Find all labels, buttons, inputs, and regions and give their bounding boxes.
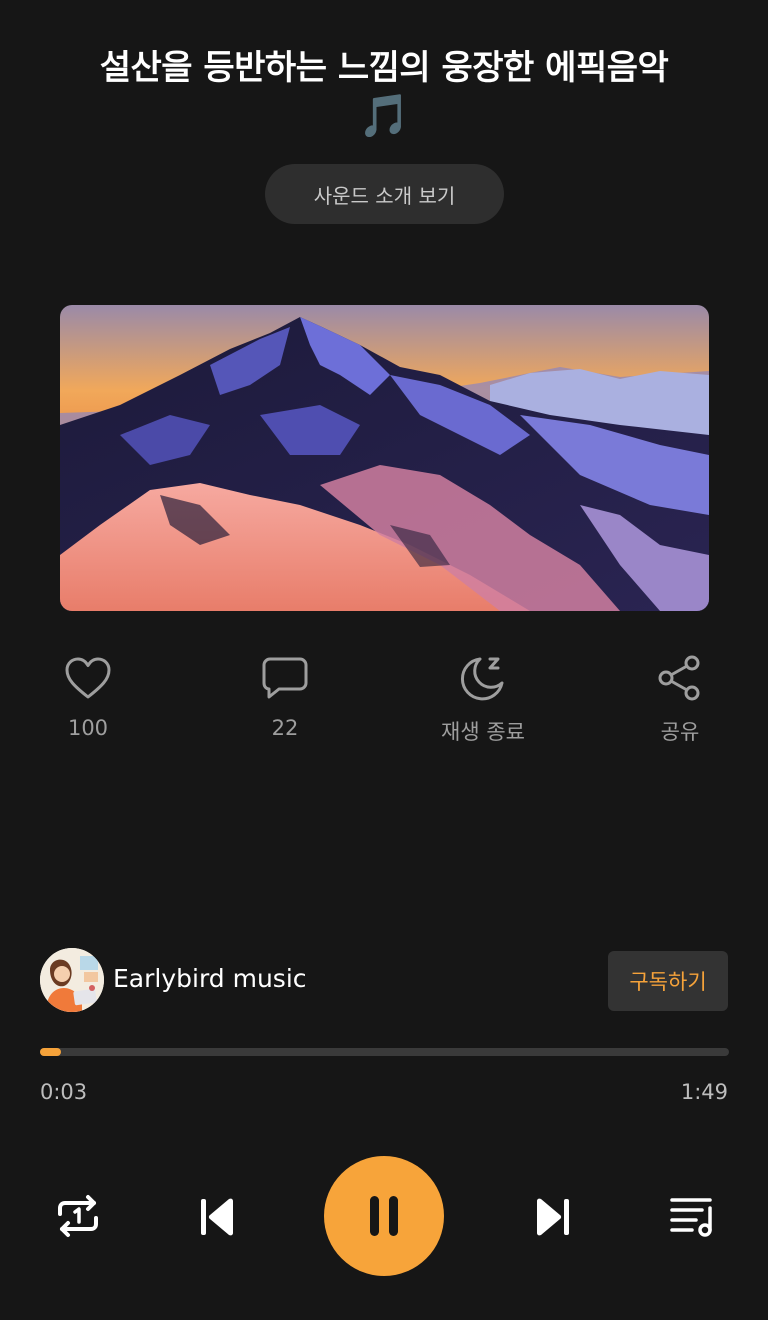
skip-previous-icon xyxy=(201,1198,233,1236)
repeat-button[interactable] xyxy=(52,1190,104,1242)
heart-icon xyxy=(62,652,114,704)
playlist-icon xyxy=(670,1198,712,1237)
channel-avatar[interactable] xyxy=(40,948,104,1012)
channel-name[interactable]: Earlybird music xyxy=(113,964,307,993)
subscribe-button[interactable]: 구독하기 xyxy=(608,951,728,1011)
action-bar: 100 22 재생 종료 공유 xyxy=(0,652,768,752)
moon-zzz-icon xyxy=(457,652,509,704)
like-count: 100 xyxy=(67,716,109,740)
album-cover xyxy=(60,305,709,611)
comment-count: 22 xyxy=(271,716,299,740)
previous-button[interactable] xyxy=(192,1192,242,1242)
pause-icon xyxy=(370,1196,398,1236)
next-button[interactable] xyxy=(528,1192,578,1242)
comment-button[interactable]: 22 xyxy=(225,652,345,740)
sleep-timer-label: 재생 종료 xyxy=(441,720,525,744)
track-title-text: 설산을 등반하는 느낌의 웅장한 에픽음악 xyxy=(99,48,669,88)
playlist-button[interactable] xyxy=(666,1190,718,1242)
total-time: 1:49 xyxy=(680,1080,728,1104)
sound-intro-button[interactable]: 사운드 소개 보기 xyxy=(265,164,504,224)
share-button[interactable]: 공유 xyxy=(620,652,740,746)
skip-next-icon xyxy=(537,1198,569,1236)
music-note-emoji: 🎵 xyxy=(358,91,410,140)
like-button[interactable]: 100 xyxy=(28,652,148,740)
share-icon xyxy=(654,652,706,704)
progress-fill xyxy=(40,1048,61,1056)
mountain-artwork xyxy=(60,305,709,611)
sleep-timer-button[interactable]: 재생 종료 xyxy=(423,652,543,746)
current-time: 0:03 xyxy=(40,1080,88,1104)
track-title: 설산을 등반하는 느낌의 웅장한 에픽음악 🎵 xyxy=(40,44,728,140)
progress-bar[interactable] xyxy=(40,1048,729,1056)
repeat-one-icon xyxy=(58,1195,98,1237)
speech-bubble-icon xyxy=(259,652,311,704)
share-label: 공유 xyxy=(660,720,700,744)
channel-row: Earlybird music 구독하기 xyxy=(40,948,730,1012)
play-pause-button[interactable] xyxy=(324,1156,444,1276)
